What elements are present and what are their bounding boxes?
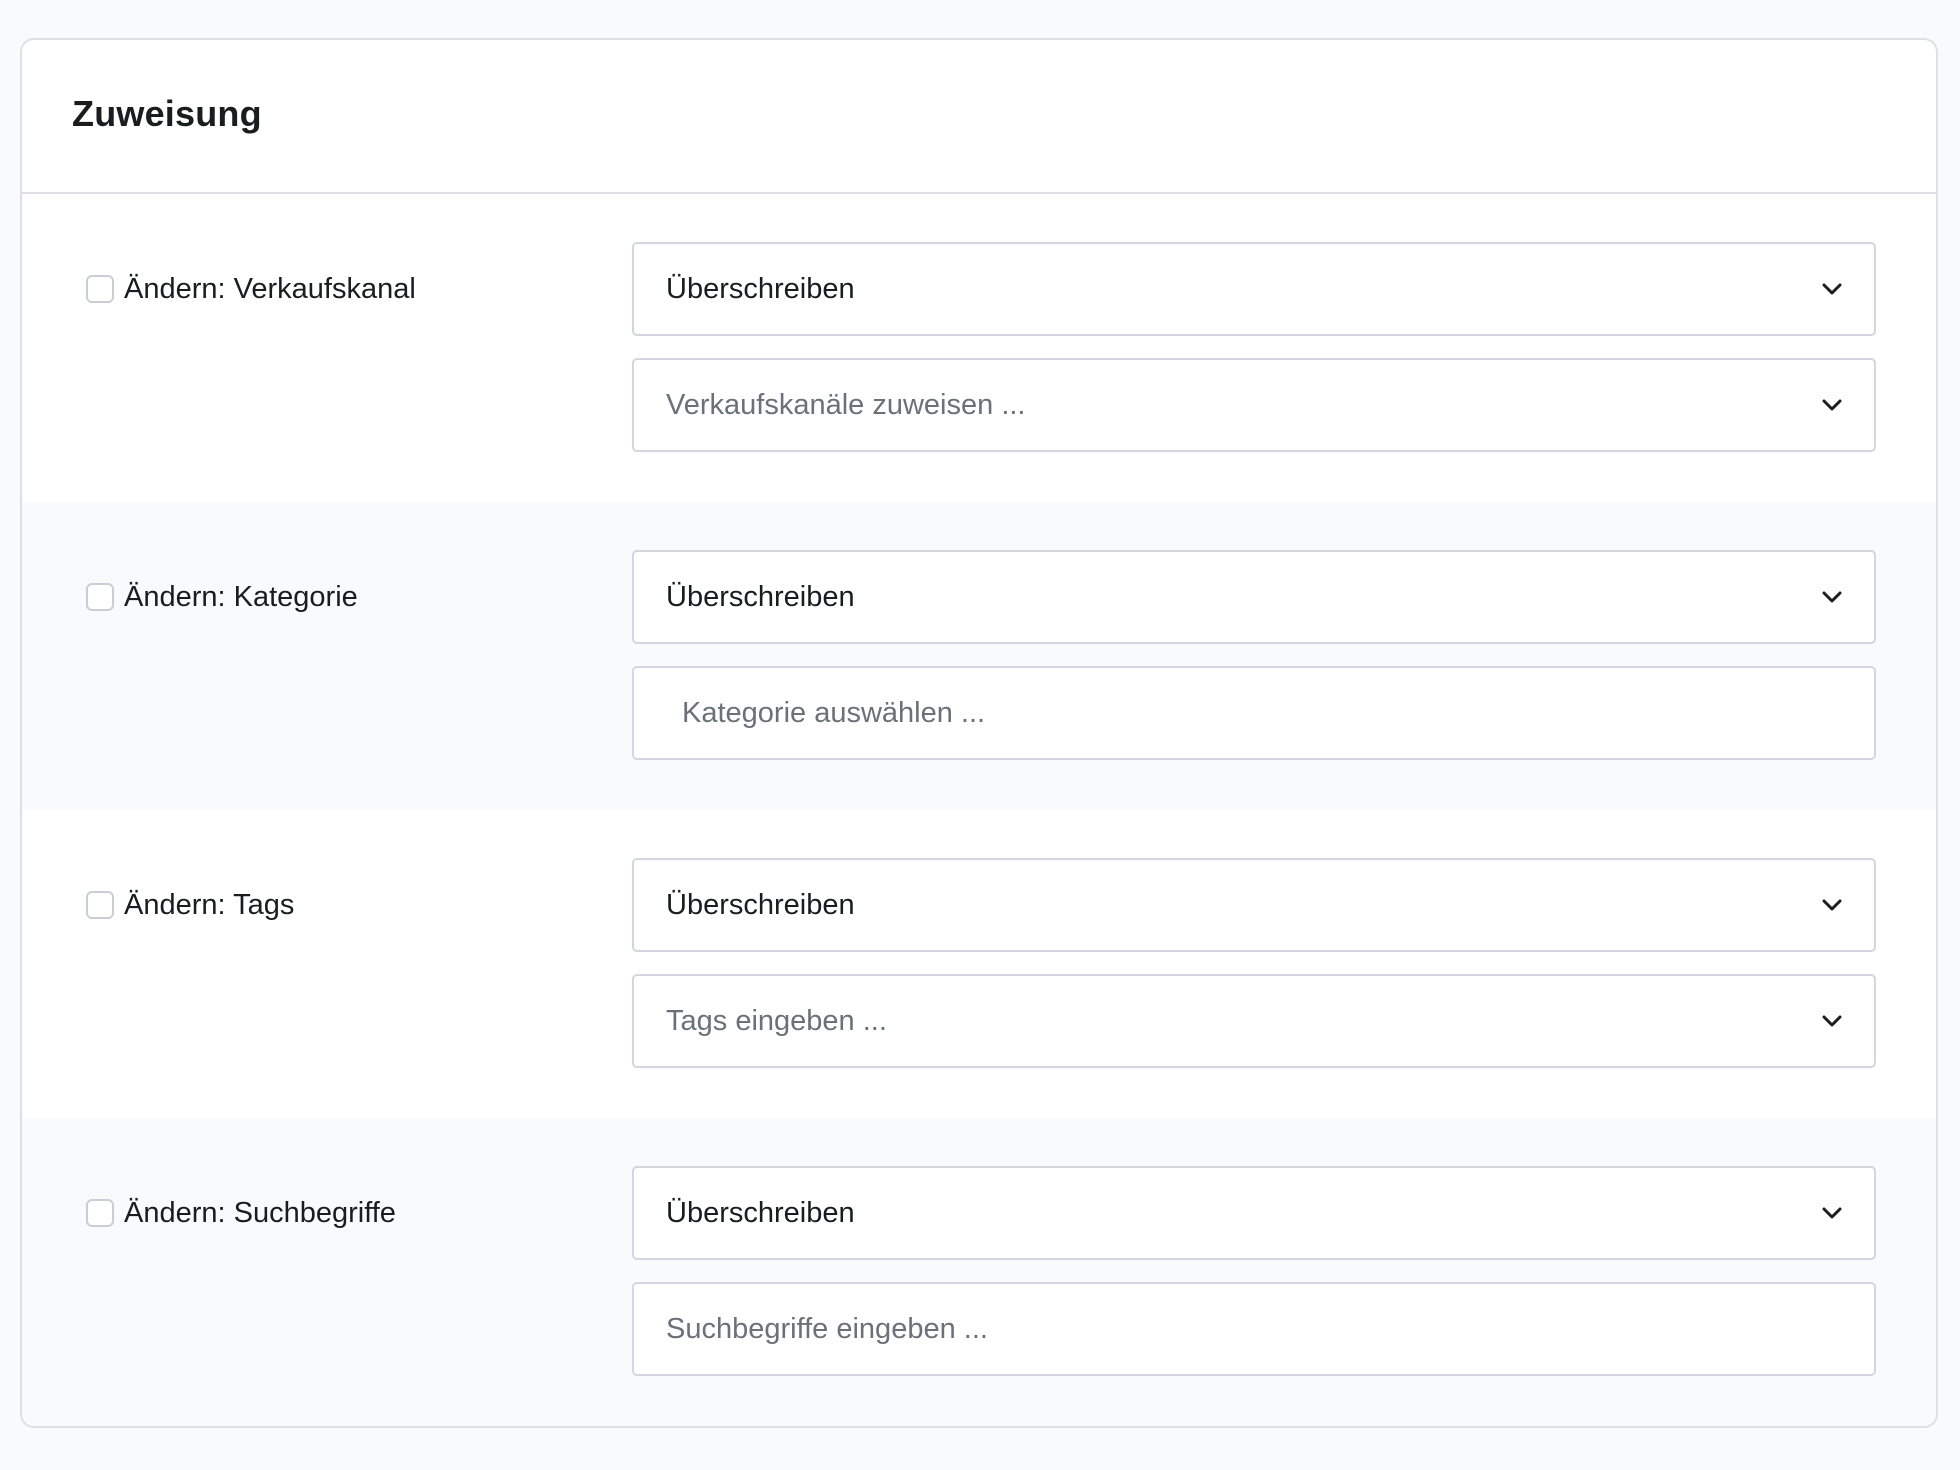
mode-select-tags[interactable]: Überschreiben <box>632 858 1876 952</box>
sales-channel-select[interactable]: Verkaufskanäle zuweisen ... <box>632 358 1876 452</box>
change-checkbox-suchbegriffe[interactable] <box>86 1199 114 1227</box>
category-placeholder: Kategorie auswählen ... <box>682 696 986 729</box>
change-label-tags: Ändern: Tags <box>124 888 295 921</box>
row-tags: Ändern: Tags Überschreiben Tags eingeben… <box>22 810 1936 1118</box>
search-keywords-input[interactable]: Suchbegriffe eingeben ... <box>632 1282 1876 1376</box>
chevron-down-icon <box>1820 893 1844 917</box>
assignment-card: Zuweisung Ändern: Verkaufskanal Überschr… <box>20 38 1938 1428</box>
row-suchbegriffe: Ändern: Suchbegriffe Überschreiben Suchb… <box>22 1118 1936 1426</box>
change-label-verkaufskanal: Ändern: Verkaufskanal <box>124 272 416 305</box>
row-label: Ändern: Kategorie <box>86 550 358 644</box>
row-label: Ändern: Tags <box>86 858 294 952</box>
change-label-kategorie: Ändern: Kategorie <box>124 580 358 613</box>
card-header: Zuweisung <box>22 40 1936 194</box>
sales-channel-placeholder: Verkaufskanäle zuweisen ... <box>666 388 1026 421</box>
mode-select-kategorie[interactable]: Überschreiben <box>632 550 1876 644</box>
mode-select-value: Überschreiben <box>666 272 855 305</box>
mode-select-value: Überschreiben <box>666 580 855 613</box>
tags-select[interactable]: Tags eingeben ... <box>632 974 1876 1068</box>
change-label-suchbegriffe: Ändern: Suchbegriffe <box>124 1196 396 1229</box>
chevron-down-icon <box>1820 393 1844 417</box>
search-keywords-placeholder: Suchbegriffe eingeben ... <box>666 1312 988 1345</box>
change-checkbox-kategorie[interactable] <box>86 583 114 611</box>
chevron-down-icon <box>1820 585 1844 609</box>
mode-select-verkaufskanal[interactable]: Überschreiben <box>632 242 1876 336</box>
chevron-down-icon <box>1820 277 1844 301</box>
change-checkbox-tags[interactable] <box>86 891 114 919</box>
mode-select-value: Überschreiben <box>666 888 855 921</box>
tags-placeholder: Tags eingeben ... <box>666 1004 887 1037</box>
mode-select-suchbegriffe[interactable]: Überschreiben <box>632 1166 1876 1260</box>
mode-select-value: Überschreiben <box>666 1196 855 1229</box>
category-input[interactable]: Kategorie auswählen ... <box>632 666 1876 760</box>
row-label: Ändern: Verkaufskanal <box>86 242 416 336</box>
row-verkaufskanal: Ändern: Verkaufskanal Überschreiben Verk… <box>22 194 1936 502</box>
change-checkbox-verkaufskanal[interactable] <box>86 275 114 303</box>
chevron-down-icon <box>1820 1009 1844 1033</box>
card-title: Zuweisung <box>72 93 262 134</box>
row-label: Ändern: Suchbegriffe <box>86 1166 396 1260</box>
chevron-down-icon <box>1820 1201 1844 1225</box>
row-kategorie: Ändern: Kategorie Überschreiben Kategori… <box>22 502 1936 810</box>
